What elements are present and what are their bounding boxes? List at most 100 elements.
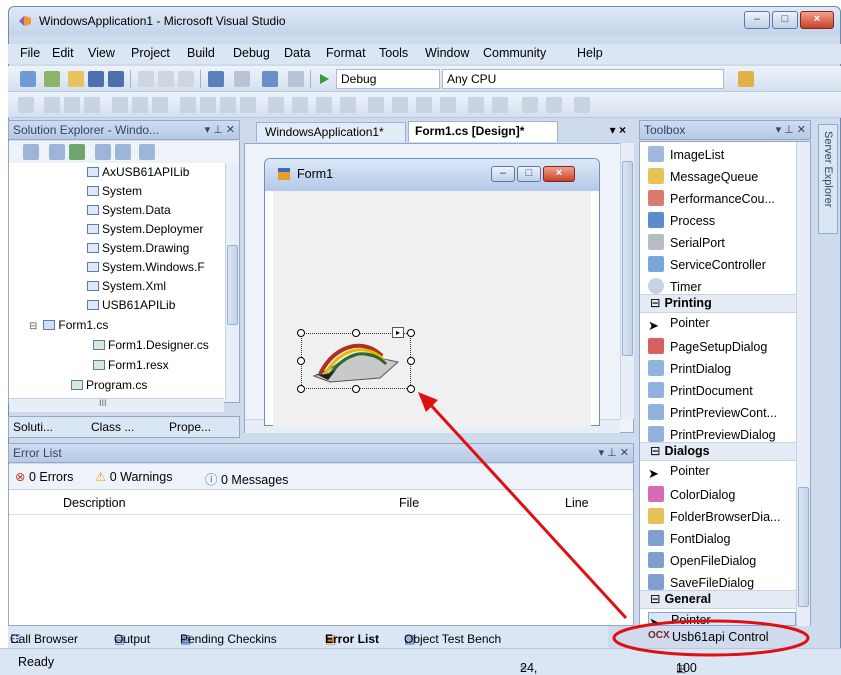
toolbox-item-usb61api-control[interactable]: OCX Usb61api Control (640, 628, 810, 648)
toolbox-item-process[interactable]: Process (648, 212, 715, 232)
view-designer-icon[interactable] (115, 144, 131, 160)
resize-handle[interactable] (352, 329, 360, 337)
toolbox-item-serialport[interactable]: SerialPort (648, 234, 725, 254)
toolbox-item-pagesetupdialog[interactable]: PageSetupDialog (648, 338, 767, 358)
toolbox-group-printing[interactable]: ⊟ Printing (640, 294, 796, 313)
remove-vertical-spacing-icon[interactable] (440, 97, 456, 113)
save-icon[interactable] (88, 71, 104, 87)
usb61api-control-instance[interactable] (301, 333, 411, 389)
toolbox-item-openfiledialog[interactable]: OpenFileDialog (648, 552, 756, 572)
make-same-width-icon[interactable] (180, 97, 196, 113)
tree-item-system-xml[interactable]: System.Xml (87, 279, 166, 293)
minimize-button[interactable]: – (744, 11, 770, 29)
undo-icon[interactable] (208, 71, 224, 87)
toolbox-item-colordialog[interactable]: ColorDialog (648, 486, 735, 506)
increase-vertical-spacing-icon[interactable] (392, 97, 408, 113)
scrollbar-thumb[interactable] (227, 245, 238, 325)
menu-build[interactable]: Build (187, 46, 215, 60)
scrollbar-thumb[interactable] (798, 487, 809, 607)
document-close-icon[interactable]: ▾ × (610, 123, 626, 137)
resize-handle[interactable] (297, 357, 305, 365)
errors-filter-button[interactable]: ⊗ 0 Errors (15, 469, 73, 484)
properties-icon[interactable] (23, 144, 39, 160)
toolbox-item-imagelist[interactable]: ImageList (648, 146, 724, 166)
toolbox-group-general[interactable]: ⊟ General (640, 590, 796, 609)
resize-handle[interactable] (407, 357, 415, 365)
make-same-size-icon[interactable] (220, 97, 236, 113)
form1-window[interactable]: Form1 – □ × ▸ (264, 158, 600, 427)
panel-pin-close-buttons[interactable]: ▾ ⊥ ✕ (599, 446, 629, 459)
tree-item-axusb61apilib[interactable]: AxUSB61APILib (87, 165, 189, 179)
menu-file[interactable]: File (20, 46, 40, 60)
cut-icon[interactable] (138, 71, 154, 87)
tree-item-system-windows-forms[interactable]: System.Windows.F (87, 260, 205, 274)
solution-tree-scrollbar[interactable] (225, 163, 239, 402)
align-centers-icon[interactable] (64, 97, 80, 113)
remove-spacing-icon[interactable] (340, 97, 356, 113)
tab-order-icon[interactable] (574, 97, 590, 113)
toolbox-item-folderbrowserdialog[interactable]: FolderBrowserDia... (648, 508, 780, 528)
menu-window[interactable]: Window (425, 46, 469, 60)
navigate-forward-icon[interactable] (288, 71, 304, 87)
server-explorer-side-tab[interactable]: Server Explorer (818, 124, 838, 234)
maximize-button[interactable]: □ (772, 11, 798, 29)
collapse-icon[interactable]: ⊟ (29, 321, 37, 332)
tree-item-system-data[interactable]: System.Data (87, 203, 171, 217)
toolbox-group-dialogs[interactable]: ⊟ Dialogs (640, 442, 796, 461)
form1-client-area[interactable]: ▸ (273, 191, 591, 427)
redo-icon[interactable] (234, 71, 250, 87)
horizontal-spacing-icon[interactable] (268, 97, 284, 113)
view-code-icon[interactable] (95, 144, 111, 160)
copy-icon[interactable] (158, 71, 174, 87)
tab-windowsapplication1[interactable]: WindowsApplication1* (256, 122, 406, 142)
designer-vscroll[interactable] (620, 143, 634, 419)
resize-handle[interactable] (297, 385, 305, 393)
toolbox-item-servicecontroller[interactable]: ServiceController (648, 256, 766, 276)
tree-item-system-drawing[interactable]: System.Drawing (87, 241, 189, 255)
resize-handle[interactable] (407, 329, 415, 337)
tab-properties[interactable]: Prope... (169, 420, 211, 434)
increase-spacing-icon[interactable] (292, 97, 308, 113)
bring-to-front-icon[interactable] (522, 97, 538, 113)
send-to-back-icon[interactable] (546, 97, 562, 113)
align-lefts-icon[interactable] (44, 97, 60, 113)
panel-pin-close-buttons[interactable]: ▾ ⊥ ✕ (205, 123, 235, 136)
size-to-grid-icon[interactable] (240, 97, 256, 113)
align-to-grid-icon[interactable] (18, 97, 34, 113)
refresh-icon[interactable] (69, 144, 85, 160)
panel-pin-close-buttons[interactable]: ▾ ⊥ ✕ (776, 123, 806, 136)
tree-item-program-cs[interactable]: Program.cs (71, 378, 147, 392)
toolbox-item-messagequeue[interactable]: MessageQueue (648, 168, 758, 188)
toolbox-item-pointer[interactable]: ➤ Pointer (648, 316, 710, 336)
tree-item-system-deployment[interactable]: System.Deploymer (87, 222, 203, 236)
save-all-icon[interactable] (108, 71, 124, 87)
menu-format[interactable]: Format (326, 46, 366, 60)
toolbox-item-printdialog[interactable]: PrintDialog (648, 360, 731, 380)
vertical-spacing-icon[interactable] (368, 97, 384, 113)
toolbox-item-printdocument[interactable]: PrintDocument (648, 382, 753, 402)
align-middles-icon[interactable] (132, 97, 148, 113)
messages-filter-button[interactable]: ⓘ 0 Messages (205, 469, 288, 488)
tree-item-usb61apilib[interactable]: USB61APILib (87, 298, 175, 312)
decrease-vertical-spacing-icon[interactable] (416, 97, 432, 113)
tree-item-form1-designer-cs[interactable]: Form1.Designer.cs (93, 338, 209, 352)
toolbox-scrollbar[interactable] (796, 142, 810, 626)
new-project-icon[interactable] (20, 71, 36, 87)
align-rights-icon[interactable] (84, 97, 100, 113)
toolbox-item-printpreviewcontrol[interactable]: PrintPreviewCont... (648, 404, 777, 424)
decrease-spacing-icon[interactable] (316, 97, 332, 113)
resize-handle[interactable] (352, 385, 360, 393)
tree-item-form1-cs[interactable]: ⊟ Form1.cs (29, 318, 108, 332)
find-in-files-icon[interactable] (738, 71, 754, 87)
center-horizontally-icon[interactable] (468, 97, 484, 113)
make-same-height-icon[interactable] (200, 97, 216, 113)
menu-tools[interactable]: Tools (379, 46, 408, 60)
menu-help[interactable]: Help (577, 46, 603, 60)
col-line[interactable]: Line (565, 496, 589, 510)
col-file[interactable]: File (399, 496, 419, 510)
col-description[interactable]: Description (63, 496, 126, 510)
menu-project[interactable]: Project (131, 46, 170, 60)
add-item-icon[interactable] (44, 71, 60, 87)
menu-data[interactable]: Data (284, 46, 310, 60)
resize-handle[interactable] (407, 385, 415, 393)
